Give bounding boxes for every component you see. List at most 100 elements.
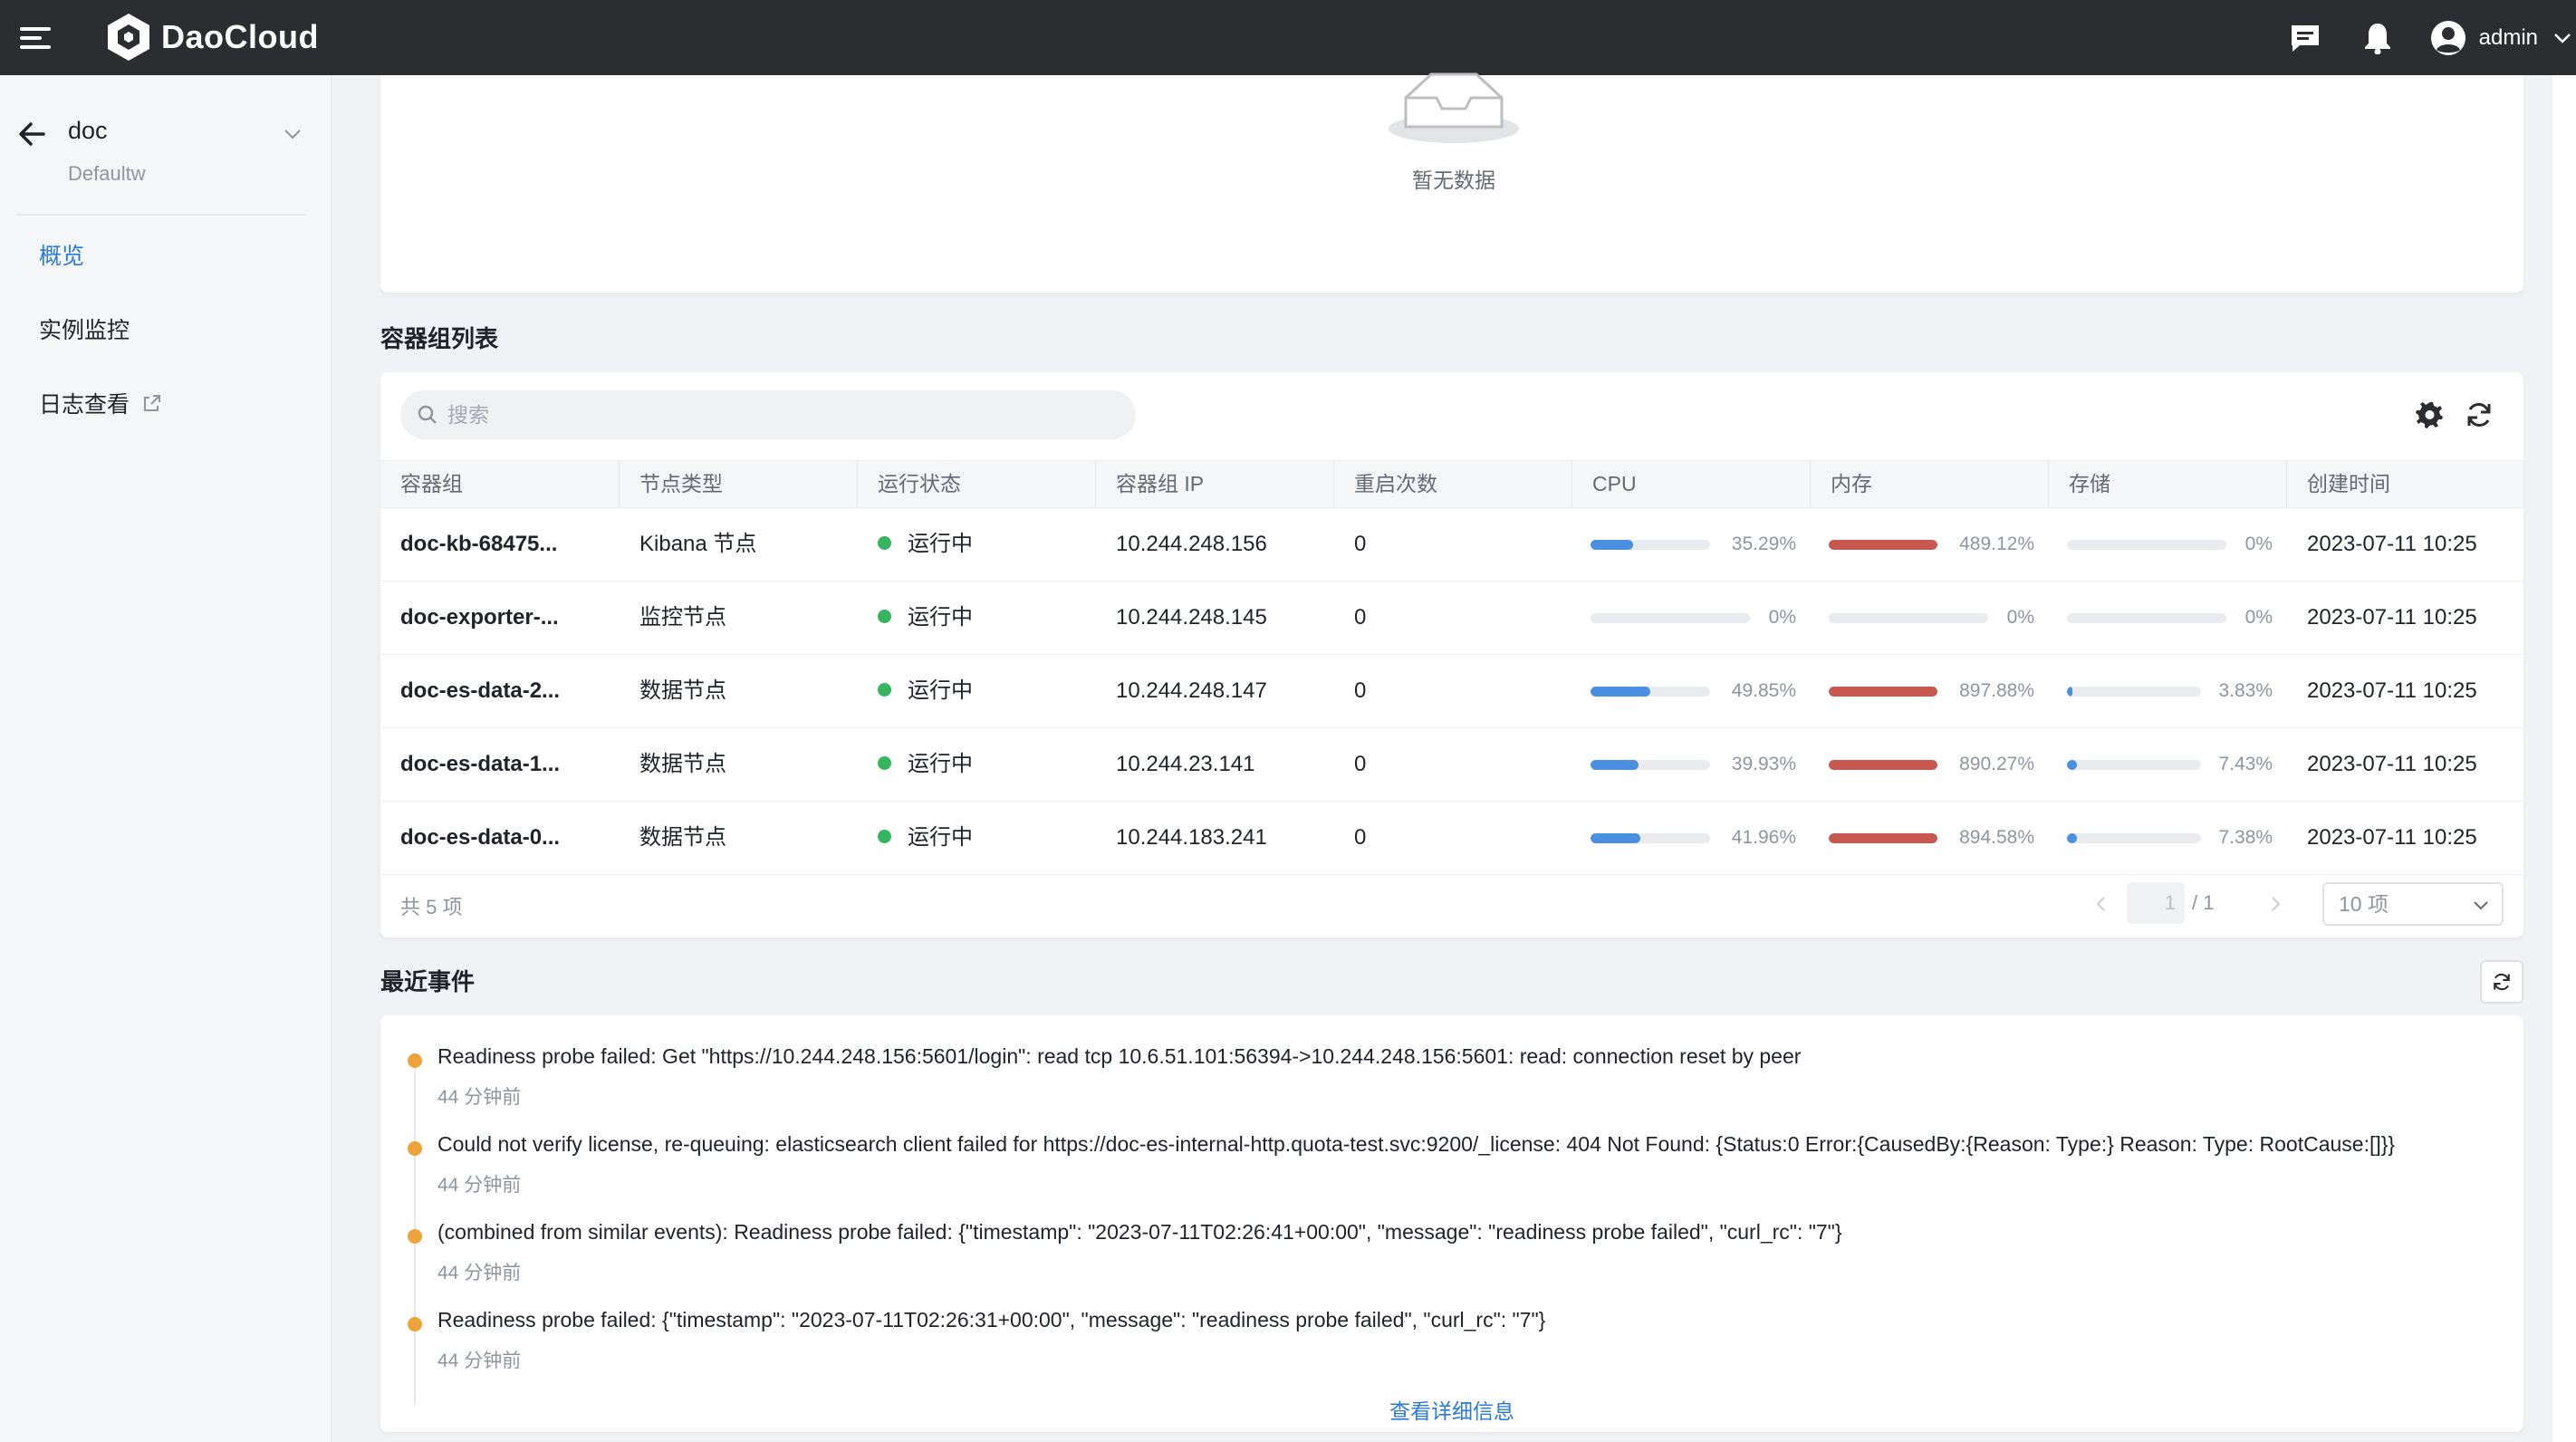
brand-name: DaoCloud bbox=[161, 18, 319, 55]
pod-table-card: 容器组 节点类型 运行状态 容器组 IP 重启次数 CPU 内存 存储 创建时间… bbox=[380, 372, 2523, 937]
usage-bar-fill bbox=[2067, 760, 2077, 770]
top-bar: DaoCloud admin bbox=[0, 0, 2576, 75]
table-row[interactable]: doc-kb-68475... Kibana 节点 运行中 10.244.248.15… bbox=[380, 508, 2523, 582]
column-header[interactable]: 节点类型 bbox=[620, 461, 858, 507]
table-row[interactable]: doc-exporter-... 监控节点 运行中 10.244.248.145 0 0%… bbox=[380, 582, 2523, 655]
pod-name[interactable]: doc-es-data-2... bbox=[380, 655, 560, 727]
pod-ip: 10.244.183.241 bbox=[1116, 825, 1267, 850]
column-header[interactable]: 容器组 IP bbox=[1096, 461, 1334, 507]
search-box[interactable] bbox=[400, 390, 1136, 439]
created-time: 2023-07-11 10:25 bbox=[2307, 752, 2477, 776]
usage-bar-track bbox=[1829, 540, 1937, 550]
table-row[interactable]: doc-es-data-2... 数据节点 运行中 10.244.248.147 0 49… bbox=[380, 655, 2523, 728]
storage-usage: 7.38% bbox=[2049, 802, 2287, 874]
usage-percent: 49.85% bbox=[1731, 680, 1796, 701]
column-header[interactable]: 存储 bbox=[2049, 461, 2287, 507]
status-cell: 运行中 bbox=[858, 582, 973, 654]
refresh-icon[interactable] bbox=[2464, 399, 2494, 430]
view-details-link[interactable]: 查看详细信息 bbox=[1377, 1394, 1527, 1425]
pod-name[interactable]: doc-es-data-1... bbox=[380, 728, 560, 801]
usage-percent: 897.88% bbox=[1959, 680, 2034, 701]
table-row[interactable]: doc-es-data-1... 数据节点 运行中 10.244.23.141 0 39.… bbox=[380, 728, 2523, 802]
status-dot bbox=[878, 830, 891, 844]
memory-usage: 489.12% bbox=[1811, 508, 2049, 581]
restart-count: 0 bbox=[1354, 825, 1367, 850]
pod-name[interactable]: doc-exporter-... bbox=[380, 582, 559, 654]
pod-ip: 10.244.248.156 bbox=[1116, 532, 1267, 556]
usage-percent: 890.27% bbox=[1959, 754, 2034, 774]
hamburger-menu-icon[interactable] bbox=[20, 22, 53, 54]
node-type: 监控节点 bbox=[639, 605, 726, 630]
next-page-icon[interactable] bbox=[2268, 896, 2283, 912]
usage-percent: 489.12% bbox=[1959, 534, 2034, 554]
page-size-select[interactable]: 10 项 bbox=[2322, 882, 2504, 926]
pod-ip: 10.244.248.145 bbox=[1116, 605, 1267, 630]
pod-name[interactable]: doc-kb-68475... bbox=[380, 508, 557, 581]
status-cell: 运行中 bbox=[858, 728, 973, 801]
event-dot bbox=[408, 1229, 422, 1244]
user-name[interactable]: admin bbox=[2479, 25, 2538, 51]
memory-usage: 897.88% bbox=[1811, 655, 2049, 727]
created-time: 2023-07-11 10:25 bbox=[2307, 605, 2477, 630]
usage-percent: 35.29% bbox=[1731, 534, 1796, 554]
chevron-down-icon[interactable] bbox=[2552, 28, 2572, 48]
node-type: 数据节点 bbox=[639, 825, 726, 850]
table-row[interactable]: doc-es-data-0... 数据节点 运行中 10.244.183.241 0 41… bbox=[380, 802, 2523, 875]
column-header[interactable]: 内存 bbox=[1811, 461, 2049, 507]
status-dot bbox=[878, 683, 891, 697]
chevron-down-icon bbox=[2474, 901, 2488, 910]
pod-name[interactable]: doc-es-data-0... bbox=[380, 802, 560, 874]
instance-name[interactable]: doc bbox=[68, 117, 108, 145]
usage-bar-track bbox=[1591, 540, 1710, 550]
usage-percent: 41.96% bbox=[1731, 827, 1796, 848]
event-time: 44 分钟前 bbox=[437, 1087, 522, 1108]
sidebar-item-overview[interactable]: 概览 bbox=[39, 238, 84, 271]
usage-percent: 0% bbox=[2244, 607, 2273, 628]
column-header[interactable]: CPU bbox=[1572, 461, 1811, 507]
prev-page-icon[interactable] bbox=[2094, 896, 2109, 912]
empty-text: 暂无数据 bbox=[1412, 168, 1495, 192]
bell-icon[interactable] bbox=[2360, 20, 2396, 56]
usage-percent: 894.58% bbox=[1959, 827, 2034, 848]
message-icon[interactable] bbox=[2287, 20, 2323, 56]
gear-icon[interactable] bbox=[2415, 399, 2446, 430]
usage-percent: 39.93% bbox=[1731, 754, 1796, 774]
column-header[interactable]: 创建时间 bbox=[2287, 461, 2523, 507]
user-avatar-icon[interactable] bbox=[2430, 20, 2466, 56]
usage-bar-fill bbox=[1591, 540, 1633, 550]
column-header[interactable]: 容器组 bbox=[380, 461, 620, 507]
search-input[interactable] bbox=[447, 402, 1081, 428]
restart-count: 0 bbox=[1354, 532, 1367, 556]
event-message: (combined from similar events): Readines… bbox=[437, 1220, 1842, 1244]
cpu-usage: 35.29% bbox=[1572, 508, 1811, 581]
sidebar-item-label: 日志查看 bbox=[39, 392, 130, 418]
usage-percent: 0% bbox=[2244, 534, 2273, 554]
scrollbar[interactable] bbox=[2552, 75, 2576, 1442]
usage-percent: 7.43% bbox=[2218, 754, 2273, 774]
usage-bar-fill bbox=[1829, 760, 1937, 770]
chevron-down-icon[interactable] bbox=[283, 124, 303, 144]
status-dot bbox=[878, 536, 891, 551]
status-cell: 运行中 bbox=[858, 802, 973, 874]
events-refresh-button[interactable] bbox=[2480, 960, 2523, 1004]
status-text: 运行中 bbox=[908, 605, 973, 630]
daocloud-logo[interactable]: DaoCloud bbox=[105, 11, 319, 63]
usage-bar-fill bbox=[1829, 687, 1937, 697]
usage-bar-track bbox=[1829, 613, 1988, 623]
back-arrow-icon[interactable] bbox=[16, 119, 47, 149]
sidebar-item-monitoring[interactable]: 实例监控 bbox=[39, 312, 130, 345]
column-header[interactable]: 运行状态 bbox=[858, 461, 1096, 507]
sidebar-item-logs[interactable]: 日志查看 bbox=[39, 387, 162, 419]
status-text: 运行中 bbox=[908, 752, 973, 776]
cpu-usage: 39.93% bbox=[1572, 728, 1811, 801]
status-text: 运行中 bbox=[908, 678, 973, 703]
column-header[interactable]: 重启次数 bbox=[1334, 461, 1572, 507]
event-message: Could not verify license, re-queuing: el… bbox=[437, 1132, 2396, 1156]
usage-percent: 0% bbox=[1768, 607, 1796, 628]
events-title: 最近事件 bbox=[380, 968, 476, 995]
event-dot bbox=[408, 1141, 422, 1156]
page-input[interactable]: 1 bbox=[2127, 882, 2185, 924]
status-dot bbox=[878, 610, 891, 624]
pod-ip: 10.244.23.141 bbox=[1116, 752, 1255, 776]
usage-bar-track bbox=[1829, 760, 1937, 770]
